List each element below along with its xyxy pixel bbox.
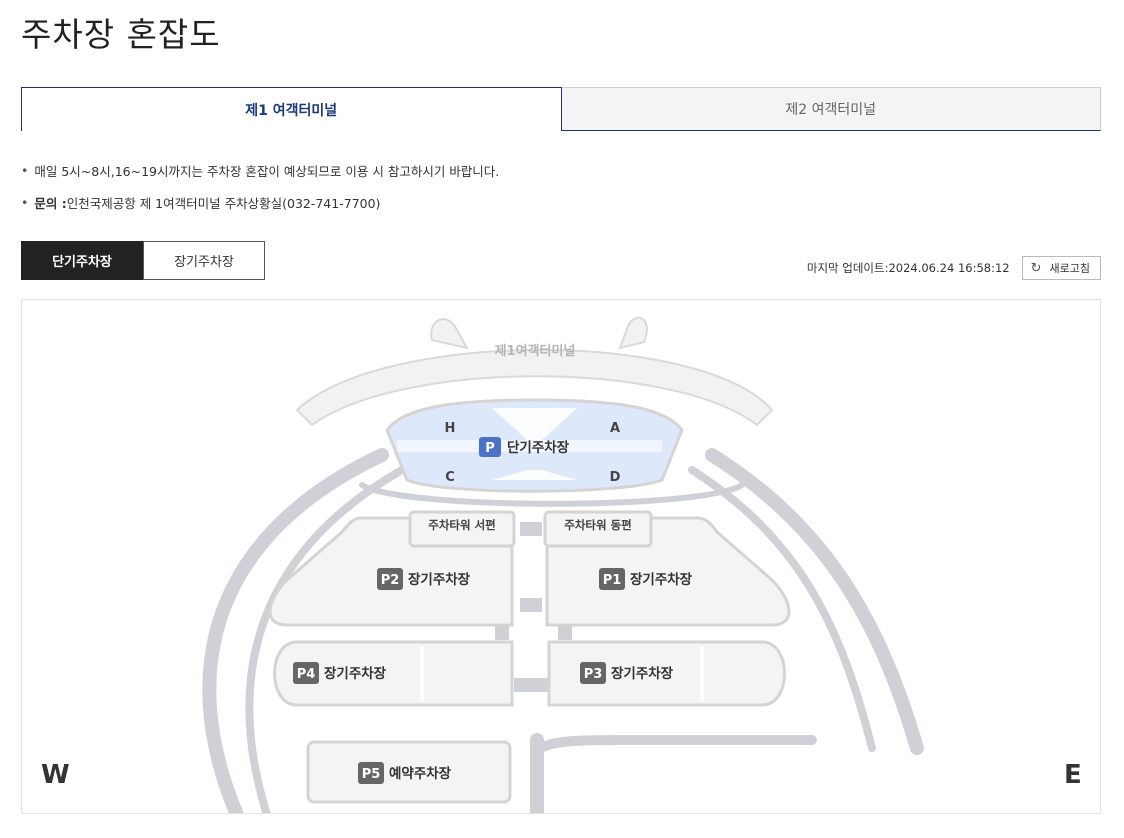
tab-short-term-parking[interactable]: 단기주차장 (21, 241, 143, 280)
refresh-button[interactable]: ↻ 새로고침 (1021, 256, 1101, 280)
lot-p5-label: 예약주차장 (389, 765, 452, 782)
lot-p3-badge-text: P3 (584, 667, 603, 682)
notice-list: • 매일 5시~8시,16~19시까지는 주차장 혼잡이 예상되므로 이용 시 … (21, 160, 499, 224)
lot-p3-label: 장기주차장 (611, 665, 674, 682)
refresh-label: 새로고침 (1049, 262, 1090, 275)
notice-item: • 문의 : 인천국제공항 제 1여객터미널 주차상황실(032-741-770… (21, 192, 499, 212)
zone-a: A (610, 421, 620, 436)
zone-h: H (445, 421, 456, 436)
short-term-badge-text: P (485, 441, 495, 456)
lot-p2-label: 장기주차장 (408, 571, 471, 588)
bullet-icon: • (21, 162, 29, 178)
short-term-label: 단기주차장 (507, 439, 570, 456)
lot-p5-badge-text: P5 (362, 767, 381, 782)
tab-terminal-1[interactable]: 제1 여객터미널 (21, 87, 562, 131)
lot-p2-badge-text: P2 (381, 573, 400, 588)
lot-p1-label: 장기주차장 (630, 571, 693, 588)
lot-p1-badge-text: P1 (603, 573, 622, 588)
tab-terminal-2[interactable]: 제2 여객터미널 (561, 87, 1101, 131)
tower-east-label: 주차타워 동편 (564, 518, 631, 532)
notice-item: • 매일 5시~8시,16~19시까지는 주차장 혼잡이 예상되므로 이용 시 … (21, 160, 499, 180)
refresh-icon: ↻ (1030, 260, 1042, 276)
tab-long-term-parking[interactable]: 장기주차장 (143, 241, 265, 280)
compass-east: E (1064, 760, 1082, 790)
lot-p4-badge-text: P4 (297, 667, 316, 682)
parking-map: 제1여객터미널 H A C D P 단기주차장 주차타워 서편 주차타워 동편 (21, 299, 1101, 814)
lot-p4-label: 장기주차장 (324, 665, 387, 682)
terminal-label: 제1여객터미널 (495, 343, 576, 359)
page-title: 주차장 혼잡도 (21, 15, 221, 54)
parking-type-tabs: 단기주차장 장기주차장 (21, 241, 265, 280)
notice-inquiry-label: 문의 : (34, 195, 67, 211)
update-bar: 마지막 업데이트:2024.06.24 16:58:12 ↻ 새로고침 (807, 256, 1101, 280)
notice-inquiry-text: 인천국제공항 제 1여객터미널 주차상황실(032-741-7700) (66, 195, 381, 211)
tower-west-label: 주차타워 서편 (428, 518, 495, 532)
compass-west: W (41, 760, 70, 790)
parking-map-drawing: 제1여객터미널 H A C D P 단기주차장 주차타워 서편 주차타워 동편 (202, 316, 924, 813)
notice-congestion: 매일 5시~8시,16~19시까지는 주차장 혼잡이 예상되므로 이용 시 참고… (34, 163, 500, 179)
bullet-icon: • (21, 194, 29, 210)
last-update-text: 마지막 업데이트:2024.06.24 16:58:12 (806, 261, 1010, 275)
zone-c: C (445, 470, 455, 485)
terminal-tabs: 제1 여객터미널 제2 여객터미널 (21, 87, 1101, 131)
zone-d: D (610, 470, 621, 485)
